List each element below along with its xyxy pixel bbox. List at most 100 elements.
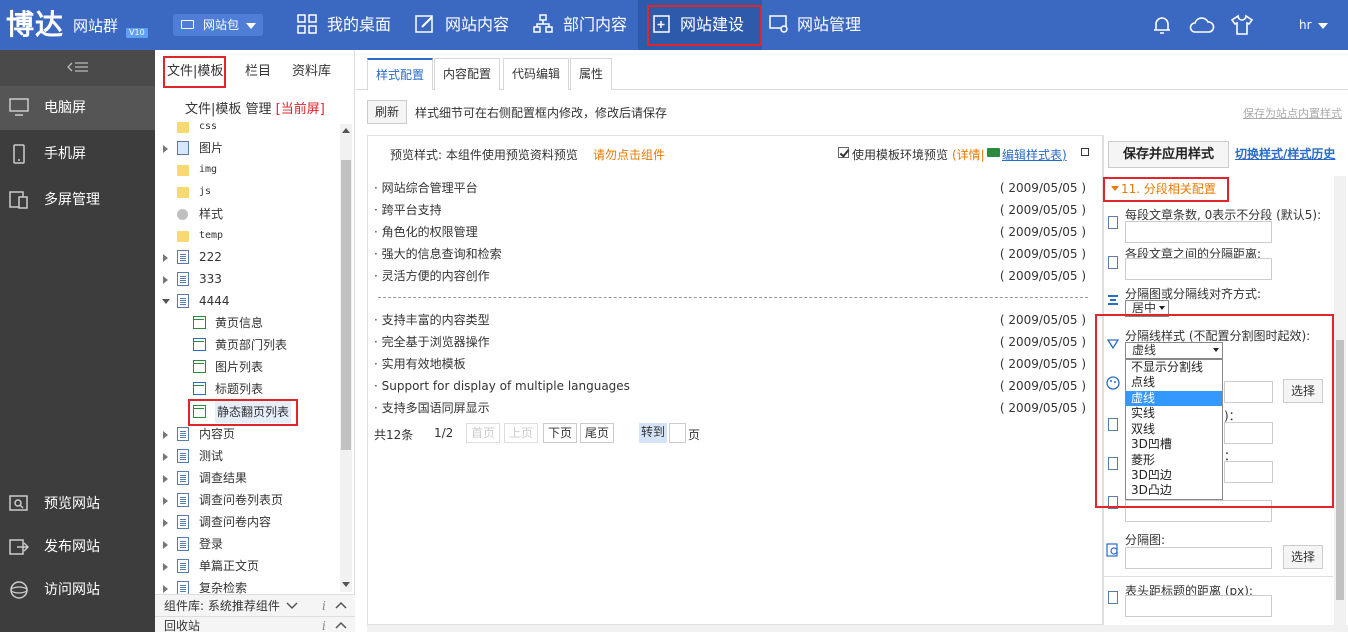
tree-item[interactable]: 单篇正文页 — [155, 555, 340, 577]
shirt-icon[interactable] — [1230, 14, 1254, 36]
list-item[interactable]: · 完全基于浏览器操作( 2009/05/05 ) — [374, 331, 1086, 353]
collapse-arrow-icon[interactable] — [162, 299, 170, 304]
expand-icon[interactable] — [163, 585, 168, 593]
scroll-up-icon[interactable] — [342, 128, 350, 133]
info-icon[interactable]: i — [322, 615, 326, 637]
tree-item[interactable]: temp — [155, 225, 340, 247]
tab-columns[interactable]: 栏目 — [245, 60, 271, 79]
site-selector[interactable]: 网站包 — [173, 14, 263, 36]
header-title-distance-input[interactable] — [1125, 595, 1272, 617]
scroll-down-icon[interactable] — [342, 582, 350, 587]
sidebar-item-publish-site[interactable]: 发布网站 — [0, 525, 155, 569]
tree-item[interactable]: 内容页 — [155, 423, 340, 445]
tree-item[interactable]: img — [155, 159, 340, 181]
tree-item[interactable]: 复杂检索 — [155, 577, 340, 594]
list-item[interactable]: · 跨平台支持( 2009/05/05 ) — [374, 199, 1086, 221]
tab-library[interactable]: 资料库 — [292, 60, 331, 79]
list-item[interactable]: · 灵活方便的内容创作( 2009/05/05 ) — [374, 265, 1086, 287]
tree-item[interactable]: 测试 — [155, 445, 340, 467]
list-item[interactable]: · Support for display of multiple langua… — [374, 375, 1086, 397]
first-page-button[interactable]: 首页 — [466, 423, 501, 443]
tree-item[interactable]: 调查问卷列表页 — [155, 489, 340, 511]
sidebar-item-pc-screen[interactable]: 电脑屏 — [0, 86, 155, 130]
tree-item[interactable]: 样式 — [155, 203, 340, 225]
chevron-down-icon[interactable] — [1318, 23, 1328, 29]
cloud-icon[interactable] — [1188, 14, 1216, 36]
edit-stylesheet-link[interactable]: 编辑样式表) — [1002, 146, 1067, 163]
expand-icon[interactable] — [163, 497, 168, 505]
tree-item[interactable]: 登录 — [155, 533, 340, 555]
tree-item[interactable]: 4444 — [155, 290, 340, 312]
next-page-button[interactable]: 下页 — [543, 423, 578, 443]
expand-icon[interactable] — [163, 254, 168, 262]
section-header-segment[interactable]: 11. 分段相关配置 — [1103, 177, 1229, 202]
tab-code-edit[interactable]: 代码编辑 — [503, 58, 570, 90]
refresh-button[interactable]: 刷新 — [367, 100, 407, 124]
expand-icon[interactable] — [163, 541, 168, 549]
chevron-up-icon[interactable] — [335, 621, 347, 630]
tree-scrollbar-thumb[interactable] — [341, 160, 351, 450]
site-selector-label: 网站包 — [203, 18, 240, 32]
tree-item[interactable]: 222 — [155, 246, 340, 268]
goto-button[interactable]: 转到 — [639, 423, 668, 443]
sidebar-item-preview-site[interactable]: 预览网站 — [0, 482, 155, 526]
list-item[interactable]: · 支持多国语同屏显示( 2009/05/05 ) — [374, 397, 1086, 419]
tab-content-config[interactable]: 内容配置 — [434, 58, 501, 90]
expand-icon[interactable] — [163, 145, 168, 153]
sidebar-item-label: 多屏管理 — [44, 192, 100, 208]
sidebar-item-mobile-screen[interactable]: 手机屏 — [0, 132, 155, 176]
chevron-down-icon[interactable] — [286, 601, 298, 610]
collapse-icon[interactable] — [67, 61, 89, 73]
list-item[interactable]: · 网站综合管理平台( 2009/05/05 ) — [374, 177, 1086, 199]
tree-item[interactable]: 黄页部门列表 — [155, 334, 340, 356]
maximize-icon[interactable] — [1081, 148, 1089, 156]
nav-my-desktop[interactable]: 我的桌面 — [297, 0, 397, 50]
nav-site-content[interactable]: 网站内容 — [415, 0, 515, 50]
use-template-env-checkbox[interactable] — [838, 147, 849, 158]
goto-page-input[interactable] — [669, 423, 686, 443]
info-icon[interactable]: i — [322, 595, 326, 617]
nav-dept-content[interactable]: 部门内容 — [533, 0, 633, 50]
expand-icon[interactable] — [163, 519, 168, 527]
tree-item[interactable]: js — [155, 181, 340, 203]
expand-icon[interactable] — [163, 453, 168, 461]
save-apply-style-button[interactable]: 保存并应用样式 — [1108, 141, 1229, 168]
list-item[interactable]: · 支持丰富的内容类型( 2009/05/05 ) — [374, 309, 1086, 331]
bell-icon[interactable] — [1151, 14, 1173, 36]
select-image-button[interactable]: 选择 — [1283, 545, 1323, 569]
prev-page-button[interactable]: 上页 — [504, 423, 539, 443]
last-page-button[interactable]: 尾页 — [580, 423, 615, 443]
list-item[interactable]: · 强大的信息查询和检索( 2009/05/05 ) — [374, 243, 1086, 265]
config-scrollbar-thumb[interactable] — [1336, 340, 1344, 600]
tree-item[interactable]: 图片 — [155, 137, 340, 159]
articles-per-segment-input[interactable] — [1125, 221, 1272, 243]
switch-style-history-link[interactable]: 切换样式/样式历史 — [1235, 145, 1335, 162]
segment-spacing-input[interactable] — [1125, 258, 1272, 280]
recycle-bin-bar[interactable]: 回收站 i — [155, 616, 355, 633]
divider-image-input[interactable] — [1125, 547, 1272, 569]
sidebar-item-visit-site[interactable]: 访问网站 — [0, 568, 155, 612]
tree-item[interactable]: 调查问卷内容 — [155, 511, 340, 533]
sidebar-item-multiscreen[interactable]: 多屏管理 — [0, 178, 155, 222]
list-item[interactable]: · 实用有效地模板( 2009/05/05 ) — [374, 353, 1086, 375]
tab-style-config[interactable]: 样式配置 — [367, 58, 434, 90]
save-as-site-style-link[interactable]: 保存为站点内置样式 — [1243, 105, 1342, 121]
tree-item[interactable]: 图片列表 — [155, 356, 340, 378]
user-name[interactable]: hr — [1299, 18, 1312, 32]
expand-icon[interactable] — [163, 563, 168, 571]
tab-attributes[interactable]: 属性 — [570, 58, 613, 90]
horizontal-scrollbar[interactable] — [367, 625, 1348, 632]
tree-item[interactable]: css — [155, 118, 340, 138]
expand-icon[interactable] — [163, 475, 168, 483]
chevron-up-icon[interactable] — [335, 601, 347, 610]
tree-item[interactable]: 标题列表 — [155, 378, 340, 400]
detail-link[interactable]: (详情| — [952, 146, 985, 163]
list-item[interactable]: · 角色化的权限管理( 2009/05/05 ) — [374, 221, 1086, 243]
component-library-bar[interactable]: 组件库: 系统推荐组件 i — [155, 594, 355, 616]
tree-item[interactable]: 333 — [155, 268, 340, 290]
expand-icon[interactable] — [163, 431, 168, 439]
expand-icon[interactable] — [163, 276, 168, 284]
nav-site-manage[interactable]: 网站管理 — [769, 0, 869, 50]
tree-item[interactable]: 黄页信息 — [155, 312, 340, 334]
tree-item[interactable]: 调查结果 — [155, 467, 340, 489]
